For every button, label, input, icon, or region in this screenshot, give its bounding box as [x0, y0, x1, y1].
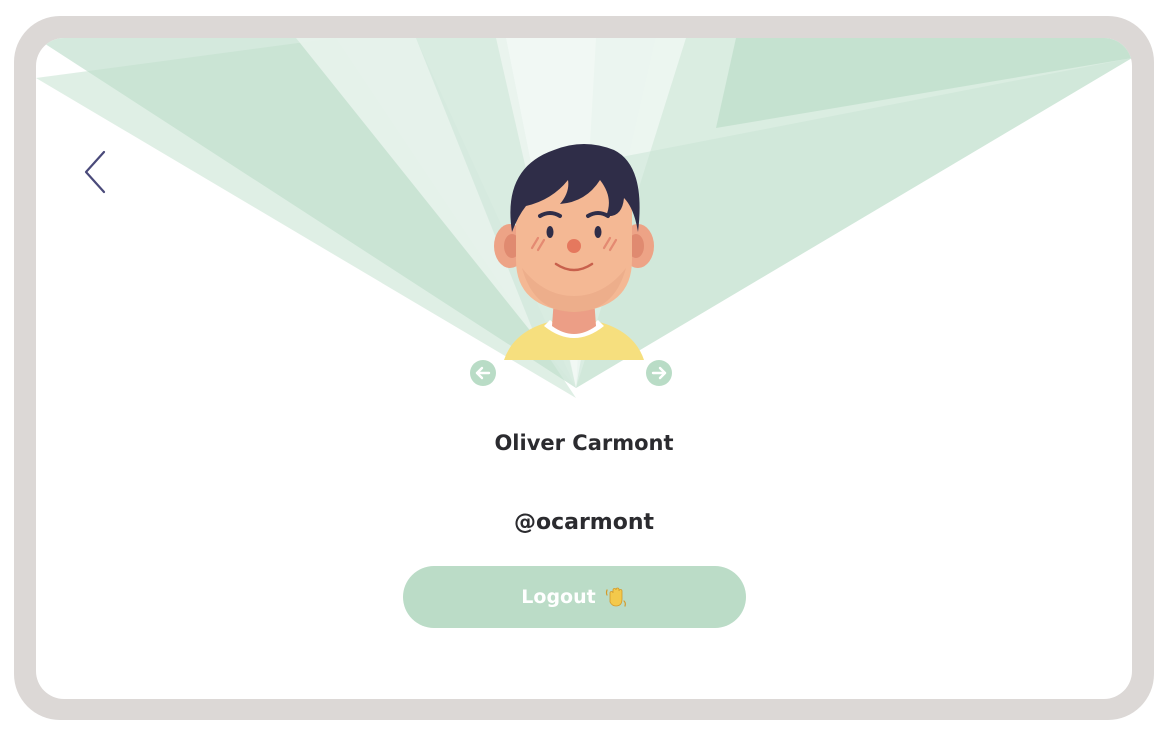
previous-avatar-button[interactable]: [470, 360, 496, 386]
logout-label: Logout: [521, 586, 596, 608]
arrow-right-circle-icon: [651, 366, 667, 380]
chevron-left-icon: [84, 150, 106, 194]
logout-button[interactable]: Logout: [403, 566, 746, 628]
waving-hand-icon: [604, 585, 628, 609]
back-button[interactable]: [76, 148, 112, 196]
username: @ocarmont: [513, 510, 655, 535]
avatar: [474, 128, 674, 360]
next-avatar-button[interactable]: [646, 360, 672, 386]
device-frame: Oliver Carmont @ocarmont Logout: [14, 16, 1154, 720]
arrow-left-circle-icon: [475, 366, 491, 380]
display-name: Oliver Carmont: [494, 431, 674, 455]
profile-screen: Oliver Carmont @ocarmont Logout: [36, 38, 1132, 699]
